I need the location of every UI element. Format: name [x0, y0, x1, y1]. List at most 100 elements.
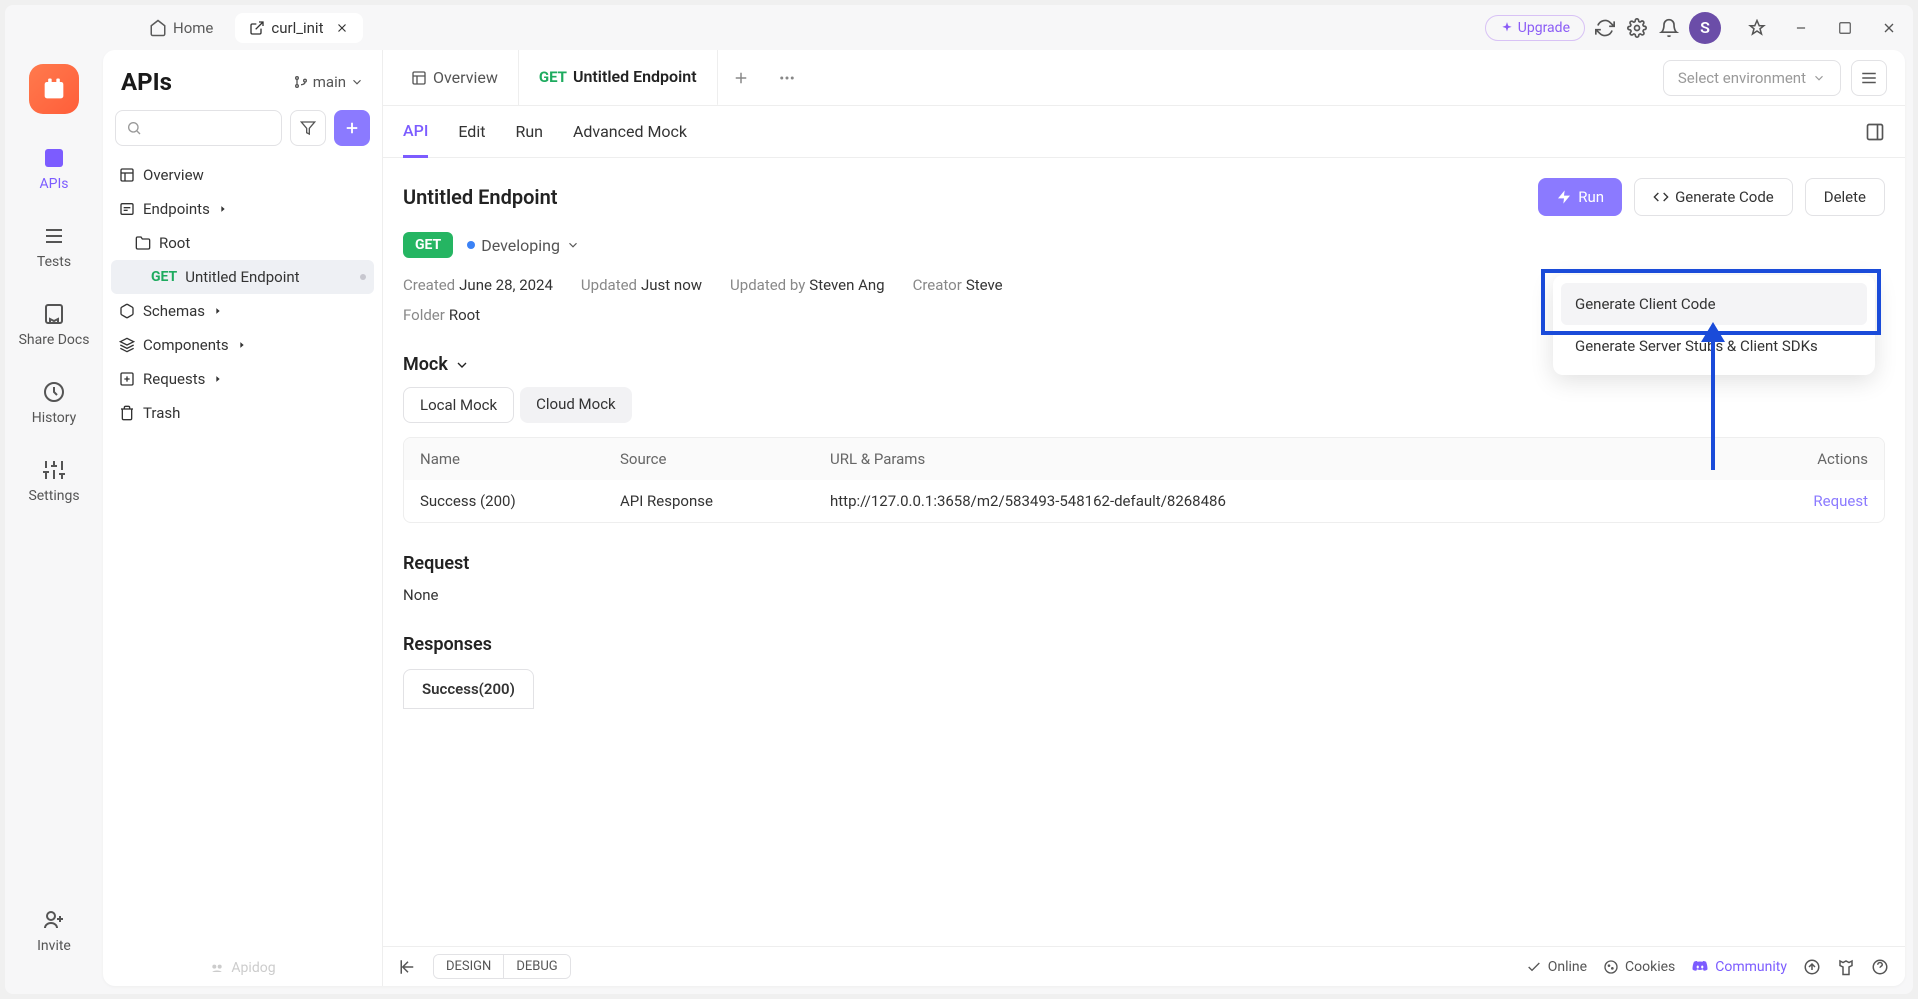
status-dot-icon [467, 241, 475, 249]
cell-value: Success (200) [420, 492, 620, 510]
request-link[interactable]: Request [1768, 492, 1868, 510]
tab-add[interactable] [718, 50, 764, 106]
chevron-down-icon [454, 357, 470, 373]
lightning-icon [1556, 189, 1572, 205]
tree-requests[interactable]: Requests [111, 362, 374, 396]
col-header: URL & Params [830, 450, 1768, 468]
app-logo[interactable] [29, 64, 79, 114]
maximize-icon[interactable] [1833, 16, 1857, 40]
footer-label: Apidog [231, 960, 275, 976]
subtab-label: Advanced Mock [573, 122, 687, 141]
branch-selector[interactable]: main [293, 73, 364, 91]
cell-value: API Response [620, 492, 830, 510]
tab-endpoint[interactable]: GET Untitled Endpoint [519, 50, 718, 106]
generate-code-button[interactable]: Generate Code [1634, 178, 1793, 216]
environment-selector[interactable]: Select environment [1663, 60, 1841, 96]
rail-invite[interactable]: Invite [37, 906, 71, 954]
mode-design[interactable]: DESIGN [434, 955, 504, 978]
pin-icon[interactable] [1745, 16, 1769, 40]
chevron-down-icon [1812, 71, 1826, 85]
btn-label: Generate Code [1675, 188, 1774, 206]
layers-icon [119, 337, 135, 353]
rail-label: Share Docs [19, 332, 90, 348]
panel-toggle[interactable] [1865, 122, 1885, 142]
cell-value: http://127.0.0.1:3658/m2/583493-548162-d… [830, 492, 1768, 510]
filter-icon [300, 120, 316, 136]
bell-icon[interactable] [1657, 16, 1681, 40]
rail-share-docs[interactable]: Share Docs [19, 300, 90, 348]
rail-label: APIs [40, 176, 69, 192]
tree-root[interactable]: Root [111, 226, 374, 260]
apidog-icon [209, 960, 225, 976]
rail-tests[interactable]: Tests [37, 222, 71, 270]
tree-label: Schemas [143, 302, 205, 320]
meta-label: Folder [403, 306, 445, 324]
rail-history[interactable]: History [32, 378, 77, 426]
footer-community[interactable]: Community [1691, 958, 1787, 976]
unsaved-dot-icon [360, 274, 366, 280]
cookie-icon [1603, 959, 1619, 975]
collapse-icon[interactable] [399, 958, 417, 976]
menu-icon [1860, 69, 1878, 87]
close-icon[interactable] [335, 21, 349, 35]
run-button[interactable]: Run [1538, 178, 1622, 216]
tree-components[interactable]: Components [111, 328, 374, 362]
subtab-advanced-mock[interactable]: Advanced Mock [573, 106, 687, 158]
tree-trash[interactable]: Trash [111, 396, 374, 430]
subtab-api[interactable]: API [403, 106, 428, 158]
status-label: Developing [481, 236, 560, 255]
upgrade-button[interactable]: Upgrade [1485, 15, 1585, 41]
footer-online[interactable]: Online [1526, 959, 1587, 975]
avatar[interactable]: S [1689, 12, 1721, 44]
trash-icon [119, 405, 135, 421]
subtab-label: Edit [458, 122, 485, 141]
rail-label: Tests [37, 254, 71, 270]
chevron-down-icon [566, 238, 580, 252]
resp-tab-label: Success(200) [422, 680, 515, 698]
caret-right-icon [213, 374, 223, 384]
home-icon [149, 19, 167, 37]
tree-schemas[interactable]: Schemas [111, 294, 374, 328]
footer-label: Online [1548, 959, 1587, 975]
response-tab[interactable]: Success(200) [403, 669, 534, 709]
search-input[interactable] [115, 110, 282, 146]
delete-button[interactable]: Delete [1805, 178, 1885, 216]
subtab-run[interactable]: Run [515, 106, 543, 158]
subtab-edit[interactable]: Edit [458, 106, 485, 158]
mode-debug[interactable]: DEBUG [504, 955, 569, 978]
tab-curl-init[interactable]: curl_init [235, 13, 363, 43]
mock-tab-local[interactable]: Local Mock [403, 387, 514, 423]
tab-overview[interactable]: Overview [391, 50, 519, 106]
filter-button[interactable] [290, 110, 326, 146]
tab-label: Overview [433, 68, 498, 87]
shirt-icon[interactable] [1837, 958, 1855, 976]
help-icon[interactable] [1871, 958, 1889, 976]
dropdown-generate-client[interactable]: Generate Client Code [1561, 283, 1867, 325]
rail-apis[interactable]: APIs [40, 144, 69, 192]
endpoint-title: Untitled Endpoint [403, 185, 558, 209]
close-window-icon[interactable] [1877, 16, 1901, 40]
minimize-icon[interactable] [1789, 16, 1813, 40]
tree-endpoint-item[interactable]: GET Untitled Endpoint [111, 260, 374, 294]
rail-settings[interactable]: Settings [28, 456, 79, 504]
refresh-icon[interactable] [1593, 16, 1617, 40]
tree-endpoints[interactable]: Endpoints [111, 192, 374, 226]
tree-label: Components [143, 336, 229, 354]
section-label: Mock [403, 354, 448, 375]
status-selector[interactable]: Developing [467, 236, 580, 255]
hamburger-button[interactable] [1851, 60, 1887, 96]
tab-label: Cloud Mock [536, 395, 616, 413]
mock-row: Success (200) API Response http://127.0.… [404, 480, 1884, 522]
endpoint-label: Untitled Endpoint [185, 268, 299, 286]
tab-home[interactable]: Home [135, 13, 227, 43]
upload-icon[interactable] [1803, 958, 1821, 976]
layout-icon [411, 70, 427, 86]
mock-tab-cloud[interactable]: Cloud Mock [520, 387, 632, 423]
tree-overview[interactable]: Overview [111, 158, 374, 192]
meta-value: Steven Ang [809, 276, 884, 294]
footer-cookies[interactable]: Cookies [1603, 959, 1675, 975]
subtabs: API Edit Run Advanced Mock [383, 106, 1905, 158]
gear-icon[interactable] [1625, 16, 1649, 40]
tab-more[interactable] [764, 50, 810, 106]
add-button[interactable] [334, 110, 370, 146]
